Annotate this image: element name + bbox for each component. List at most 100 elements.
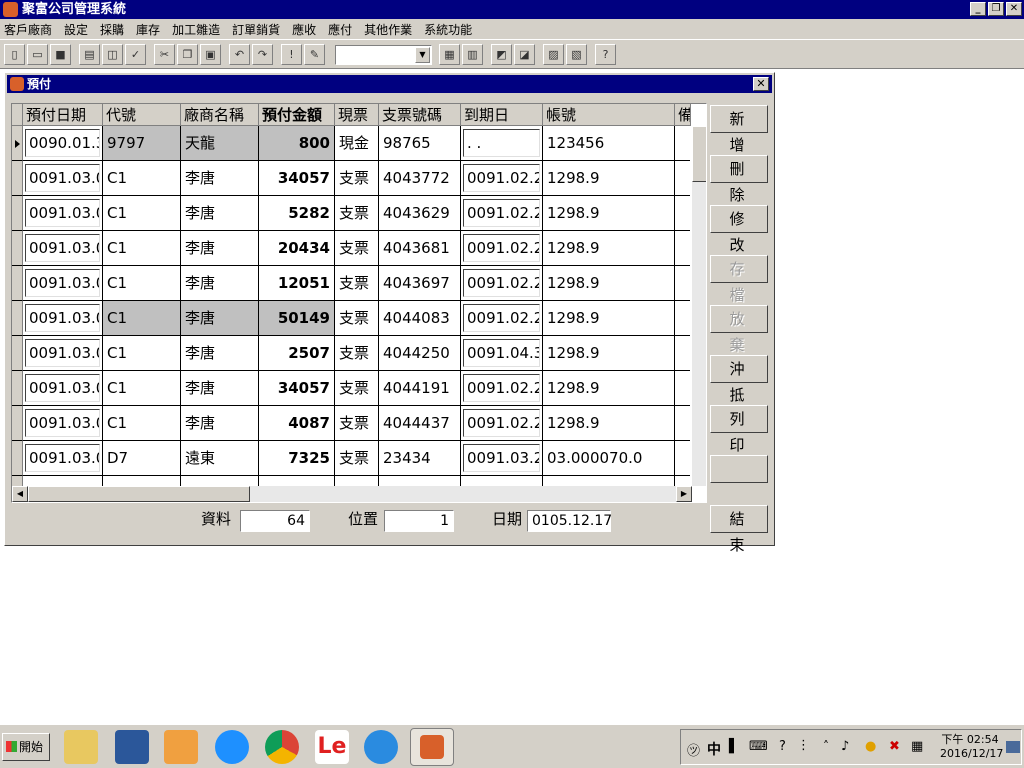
row-indicator[interactable] — [12, 231, 23, 266]
cell-code[interactable]: C1 — [103, 266, 181, 301]
cell-account[interactable]: 1298.9 — [543, 301, 675, 336]
chart-edit-icon[interactable]: ✎ — [304, 44, 325, 65]
open-folder-icon[interactable]: ▭ — [27, 44, 48, 65]
volume-icon[interactable]: ♪ — [841, 739, 849, 754]
cell-date[interactable]: 0090.01.31 — [23, 126, 103, 161]
cell-date[interactable]: 0091.03.04 — [23, 301, 103, 336]
cell-due[interactable]: 0091.02.28 — [461, 371, 543, 406]
cell-type[interactable]: 支票 — [335, 161, 379, 196]
cell-type[interactable]: 支票 — [335, 196, 379, 231]
help-circle-icon[interactable]: ? — [779, 739, 786, 754]
cell-amount[interactable]: 2507 — [259, 336, 335, 371]
date-input[interactable]: 0091.03.04 — [25, 409, 100, 437]
minimize-button[interactable]: _ — [970, 2, 986, 16]
row-indicator[interactable] — [12, 161, 23, 196]
cell-note[interactable] — [675, 161, 690, 196]
cell-type[interactable]: 支票 — [335, 441, 379, 476]
cell-type[interactable]: 現金 — [335, 126, 379, 161]
cell-amount[interactable]: 34057 — [259, 371, 335, 406]
le-icon[interactable]: Le — [315, 730, 349, 764]
report-icon[interactable]: ▥ — [462, 44, 483, 65]
print-preview-icon[interactable]: ◫ — [102, 44, 123, 65]
cell-vendor[interactable]: 李唐 — [181, 301, 259, 336]
cell-amount[interactable]: 4087 — [259, 406, 335, 441]
keyboard-icon[interactable]: ⌨ — [749, 739, 768, 754]
restore-button[interactable]: ❐ — [988, 2, 1004, 16]
header-code[interactable]: 代號 — [103, 104, 181, 126]
scroll-left-icon[interactable]: ◀ — [12, 486, 28, 502]
row-indicator[interactable] — [12, 406, 23, 441]
menu-receivable[interactable]: 應收 — [292, 21, 316, 38]
discard-button[interactable]: 放棄 — [710, 305, 768, 354]
header-vendor[interactable]: 廠商名稱 — [181, 104, 259, 126]
cell-note[interactable] — [675, 301, 690, 336]
chrome-icon[interactable] — [265, 730, 299, 764]
video-player-icon[interactable] — [364, 730, 398, 764]
cell-amount[interactable]: 50149 — [259, 301, 335, 336]
horizontal-scrollbar[interactable]: ◀ ▶ — [12, 486, 692, 502]
scroll-thumb[interactable] — [692, 126, 706, 182]
save-button[interactable]: 存檔 — [710, 255, 768, 304]
undo-icon[interactable]: ↶ — [229, 44, 250, 65]
cell-code[interactable]: C1 — [103, 406, 181, 441]
offset-button[interactable]: 沖抵 — [710, 355, 768, 404]
ime-mode[interactable]: 中 — [707, 739, 721, 759]
records-field[interactable]: 64 — [240, 510, 310, 532]
date-field[interactable]: 0105.12.17 — [527, 510, 612, 532]
due-input[interactable]: . . — [463, 129, 540, 157]
cell-account[interactable]: 1298.9 — [543, 336, 675, 371]
cell-vendor[interactable]: 李唐 — [181, 406, 259, 441]
row-indicator[interactable] — [12, 196, 23, 231]
table-row[interactable]: 0090.01.319797天龍800現金98765 . .123456 — [12, 126, 690, 161]
properties-icon[interactable]: ▧ — [566, 44, 587, 65]
delete-button[interactable]: 刪除 — [710, 155, 768, 204]
cell-vendor[interactable]: 李唐 — [181, 336, 259, 371]
h-scroll-thumb[interactable] — [28, 486, 250, 502]
due-input[interactable]: 0091.02.28 — [463, 234, 540, 262]
vertical-scrollbar[interactable] — [692, 126, 706, 486]
cell-amount[interactable]: 7325 — [259, 441, 335, 476]
cell-amount[interactable]: 20434 — [259, 231, 335, 266]
date-input[interactable]: 0091.03.04 — [25, 304, 100, 332]
cell-amount[interactable]: 34057 — [259, 161, 335, 196]
row-indicator[interactable] — [12, 301, 23, 336]
header-check[interactable]: 支票號碼 — [379, 104, 461, 126]
media-player-icon[interactable] — [164, 730, 198, 764]
cell-account[interactable]: 03.000070.0 — [543, 441, 675, 476]
cell-due[interactable]: 0091.02.28 — [461, 196, 543, 231]
tray-grip-icon[interactable]: ⋮ — [797, 738, 810, 753]
due-input[interactable]: 0091.02.28 — [463, 374, 540, 402]
cell-check[interactable]: 23434 — [379, 441, 461, 476]
table-row[interactable]: 0091.03.04D7遠東7325支票234340091.03.2503.00… — [12, 441, 690, 476]
menu-processing[interactable]: 加工雛造 — [172, 21, 220, 38]
header-due[interactable]: 到期日 — [461, 104, 543, 126]
internet-explorer-icon[interactable] — [215, 730, 249, 764]
chevron-up-icon[interactable]: ˄ — [823, 739, 829, 753]
cell-check[interactable]: 4044083 — [379, 301, 461, 336]
menu-settings[interactable]: 設定 — [64, 21, 88, 38]
cell-code[interactable]: C1 — [103, 161, 181, 196]
network-warning-icon[interactable]: ✖ — [889, 739, 900, 754]
cell-due[interactable]: 0091.02.28 — [461, 161, 543, 196]
due-input[interactable]: 0091.02.28 — [463, 164, 540, 192]
cell-note[interactable] — [675, 266, 690, 301]
cell-due[interactable]: 0091.03.25 — [461, 441, 543, 476]
cell-amount[interactable]: 5282 — [259, 196, 335, 231]
header-type[interactable]: 現票 — [335, 104, 379, 126]
cell-amount[interactable]: 800 — [259, 126, 335, 161]
cell-code[interactable]: C1 — [103, 336, 181, 371]
cell-note[interactable] — [675, 406, 690, 441]
menu-other[interactable]: 其他作業 — [364, 21, 412, 38]
cell-due[interactable]: . . — [461, 126, 543, 161]
menu-purchase[interactable]: 採購 — [100, 21, 124, 38]
printer-icon[interactable]: ▤ — [79, 44, 100, 65]
date-input[interactable]: 0091.03.04 — [25, 199, 100, 227]
save-disk-icon[interactable]: ■ — [50, 44, 71, 65]
cell-vendor[interactable]: 遠東 — [181, 441, 259, 476]
cell-vendor[interactable]: 李唐 — [181, 196, 259, 231]
form-icon[interactable]: ▦ — [439, 44, 460, 65]
cell-code[interactable]: C1 — [103, 301, 181, 336]
row-indicator[interactable] — [12, 126, 23, 161]
due-input[interactable]: 0091.02.28 — [463, 409, 540, 437]
menu-inventory[interactable]: 庫存 — [136, 21, 160, 38]
